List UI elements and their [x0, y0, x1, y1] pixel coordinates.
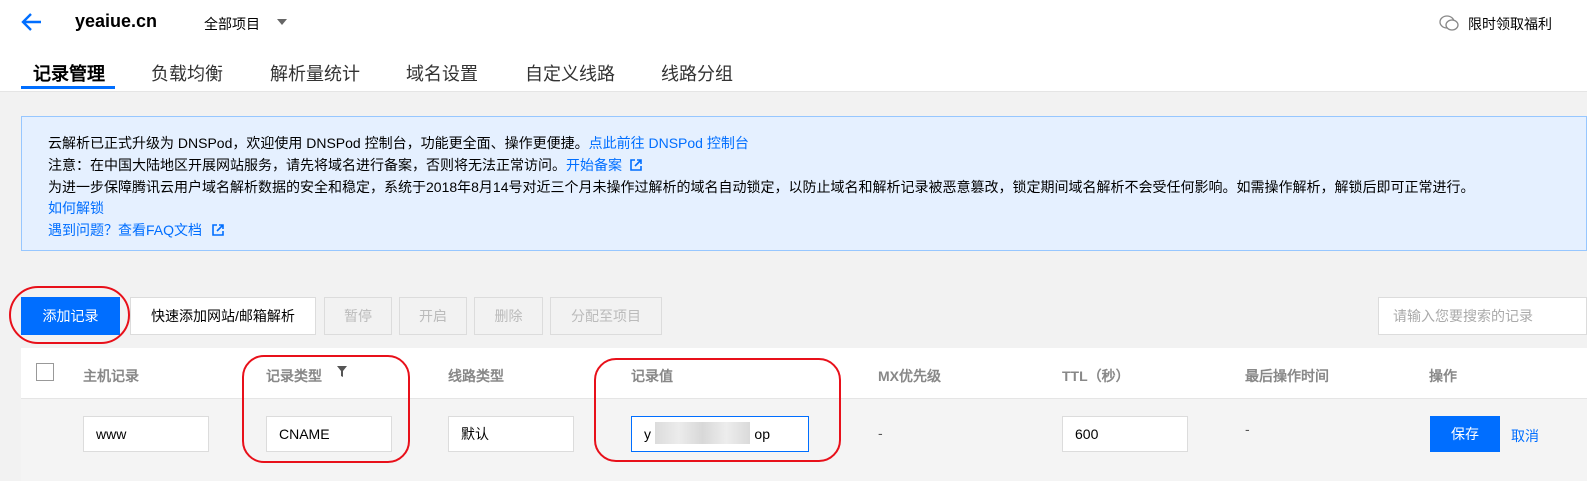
col-mx-priority: MX优先级	[878, 368, 941, 384]
cancel-link[interactable]: 取消	[1511, 426, 1539, 446]
tab-record-management[interactable]: 记录管理	[33, 60, 105, 86]
pause-button[interactable]: 暂停	[324, 297, 392, 335]
faq-link[interactable]: 查看FAQ文档	[118, 222, 202, 238]
unlock-howto-link[interactable]: 如何解锁	[48, 200, 104, 216]
records-table: 主机记录 记录类型 线路类型 记录值 MX优先级 TTL（秒） 最后操作时间 操…	[21, 348, 1587, 481]
unlock-howto-link-row: 如何解锁	[48, 198, 104, 218]
redaction-blur	[655, 422, 750, 444]
notice-panel: 云解析已正式升级为 DNSPod，欢迎使用 DNSPod 控制台，功能更全面、操…	[21, 116, 1587, 251]
enable-button[interactable]: 开启	[399, 297, 467, 335]
back-arrow-icon[interactable]	[20, 10, 44, 34]
notice-icp-text: 注意：在中国大陆地区开展网站服务，请先将域名进行备案，否则将无法正常访问。	[48, 157, 566, 173]
host-input[interactable]	[83, 416, 209, 452]
search-input[interactable]	[1378, 297, 1587, 335]
external-link-icon[interactable]	[212, 224, 224, 236]
last-modified-value: -	[1245, 421, 1250, 437]
notice-lock-text: 为进一步保障腾讯云用户域名解析数据的安全和稳定，系统于2018年8月14号对近三…	[48, 179, 1475, 195]
col-actions: 操作	[1429, 368, 1457, 384]
notice-line-2: 注意：在中国大陆地区开展网站服务，请先将域名进行备案，否则将无法正常访问。开始备…	[48, 155, 642, 175]
col-line-type: 线路类型	[448, 368, 504, 384]
record-type-input[interactable]	[266, 416, 392, 452]
col-ttl: TTL（秒）	[1062, 368, 1130, 384]
tab-resolution-stats[interactable]: 解析量统计	[270, 60, 360, 86]
col-last-modified: 最后操作时间	[1245, 368, 1329, 384]
table-header: 主机记录 记录类型 线路类型 记录值 MX优先级 TTL（秒） 最后操作时间 操…	[21, 348, 1587, 399]
col-host: 主机记录	[83, 368, 139, 384]
tab-custom-lines[interactable]: 自定义线路	[525, 60, 615, 86]
add-record-button[interactable]: 添加记录	[21, 297, 120, 335]
ttl-input[interactable]	[1062, 416, 1188, 452]
tab-load-balancing[interactable]: 负载均衡	[151, 60, 223, 86]
delete-button[interactable]: 删除	[474, 297, 543, 335]
tab-domain-settings[interactable]: 域名设置	[406, 60, 478, 86]
line-type-input[interactable]	[448, 416, 574, 452]
filter-icon[interactable]	[337, 366, 347, 377]
col-record-value: 记录值	[631, 368, 673, 384]
table-row: y op - - 保存 取消	[21, 399, 1587, 481]
faq-question-text[interactable]: 遇到问题？	[48, 222, 118, 238]
caret-down-icon[interactable]	[277, 19, 287, 25]
col-record-type: 记录类型	[266, 368, 322, 384]
project-selector[interactable]: 全部项目	[204, 14, 260, 34]
notice-upgrade-text: 云解析已正式升级为 DNSPod，欢迎使用 DNSPod 控制台，功能更全面、操…	[48, 135, 589, 151]
record-value-prefix: y	[644, 426, 651, 442]
mx-priority-value: -	[878, 425, 883, 441]
notice-line-1: 云解析已正式升级为 DNSPod，欢迎使用 DNSPod 控制台，功能更全面、操…	[48, 133, 749, 153]
chat-bubble-icon[interactable]	[1439, 14, 1459, 32]
save-button[interactable]: 保存	[1430, 416, 1500, 452]
start-icp-link[interactable]: 开始备案	[566, 157, 622, 173]
active-tab-indicator	[21, 86, 115, 89]
top-bar: yeaiue.cn 全部项目 限时领取福利 记录管理 负载均衡 解析量统计 域名…	[0, 0, 1587, 92]
promo-link[interactable]: 限时领取福利	[1468, 14, 1552, 34]
select-all-checkbox[interactable]	[36, 363, 54, 381]
dnspod-console-link[interactable]: 点此前往 DNSPod 控制台	[589, 135, 749, 151]
domain-title: yeaiue.cn	[75, 11, 158, 31]
notice-line-faq: 遇到问题？查看FAQ文档	[48, 220, 224, 240]
assign-project-button[interactable]: 分配至项目	[550, 297, 662, 335]
external-link-icon[interactable]	[630, 159, 642, 171]
tab-line-groups[interactable]: 线路分组	[661, 60, 733, 86]
record-value-suffix: op	[754, 426, 770, 442]
quick-add-button[interactable]: 快速添加网站/邮箱解析	[130, 297, 316, 335]
